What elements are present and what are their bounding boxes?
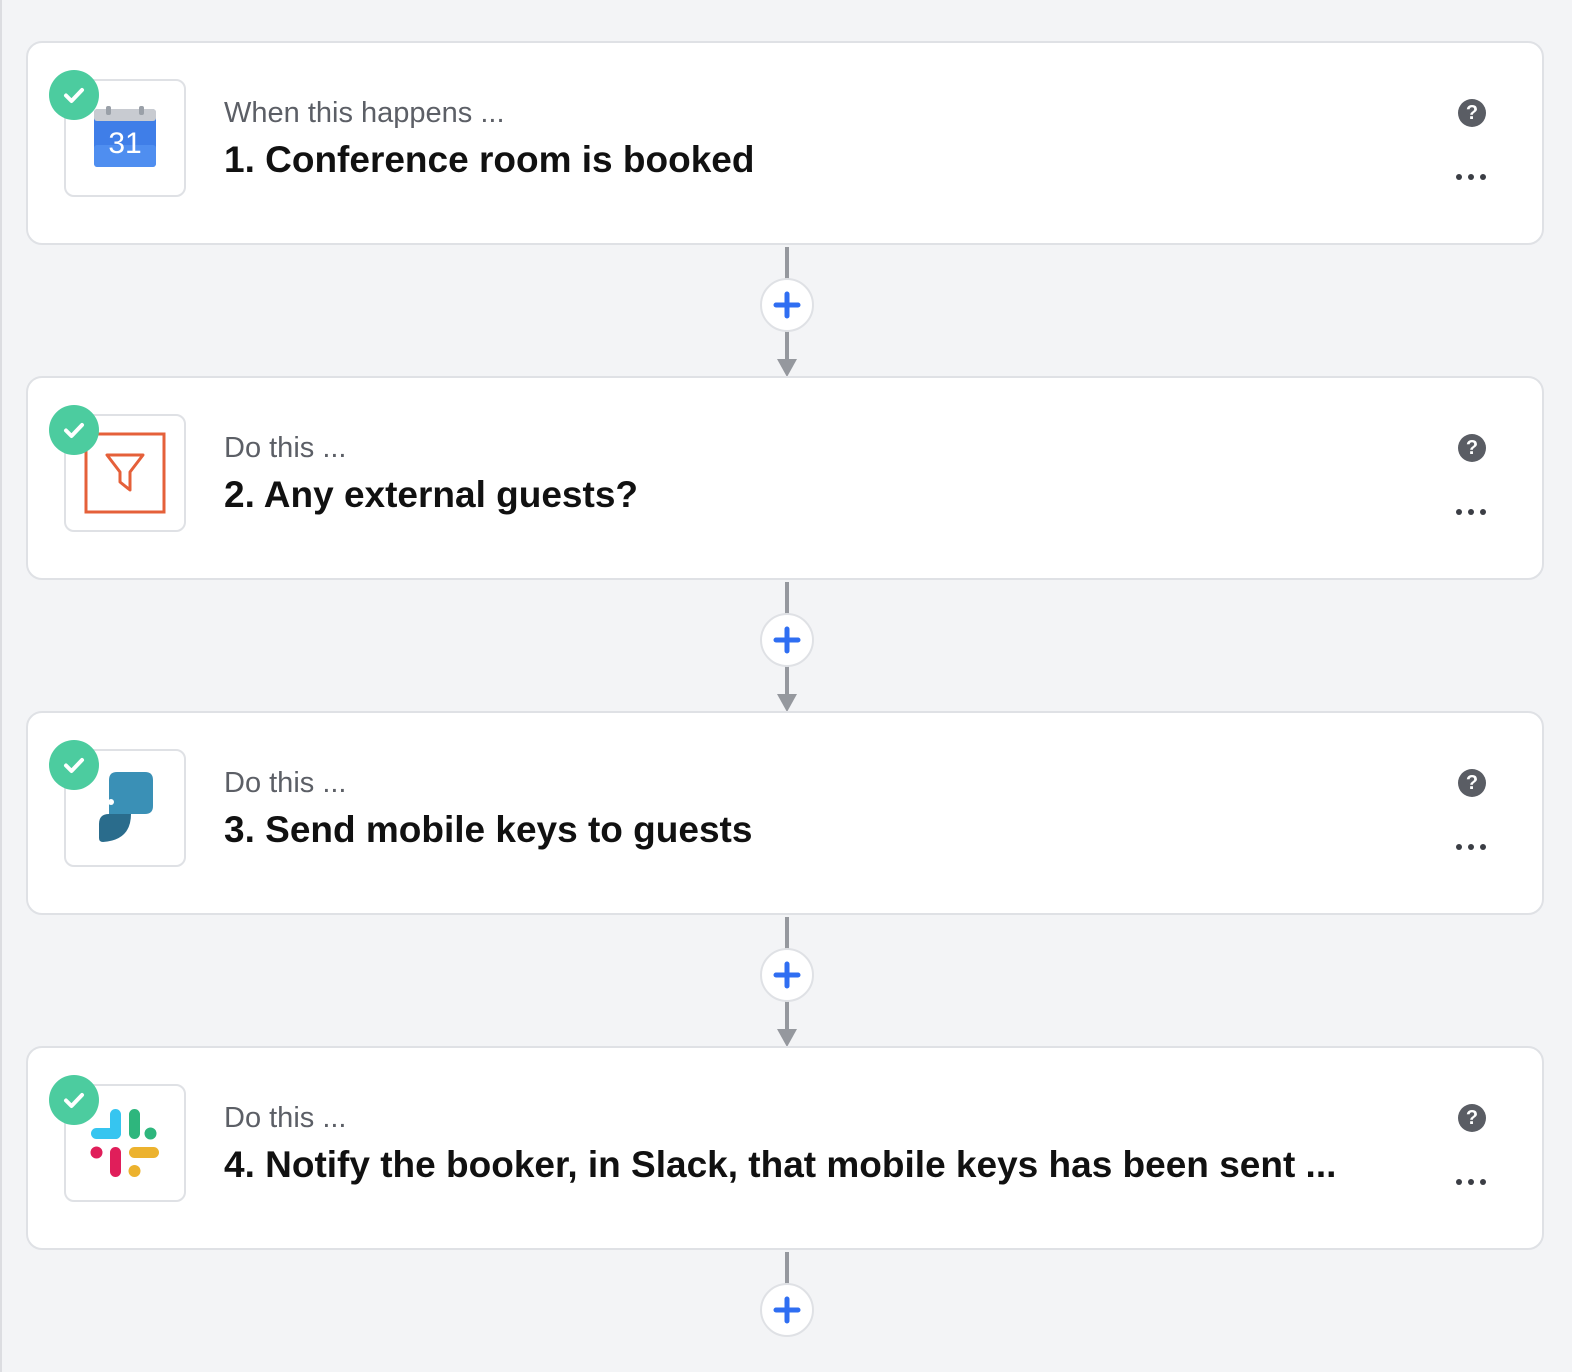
more-options-icon[interactable] — [1456, 171, 1486, 183]
arrow-down-icon — [777, 694, 797, 712]
calendar-day: 31 — [108, 127, 141, 160]
help-icon[interactable]: ? — [1458, 769, 1486, 797]
plus-icon — [773, 1296, 801, 1324]
check-icon — [49, 405, 99, 455]
more-options-icon[interactable] — [1456, 841, 1486, 853]
google-calendar-icon: 31 — [94, 106, 156, 167]
step-card-1[interactable]: 31 When this happens ... 1. Conference r… — [26, 41, 1544, 245]
step-kicker: Do this ... — [224, 1102, 347, 1134]
add-step-button[interactable] — [760, 948, 814, 1002]
step-title[interactable]: 2. Any external guests? — [224, 474, 638, 516]
add-step-button[interactable] — [760, 613, 814, 667]
plus-icon — [773, 291, 801, 319]
parakey-icon — [99, 772, 153, 842]
add-step-button[interactable] — [760, 1283, 814, 1337]
step-kicker: Do this ... — [224, 767, 347, 799]
step-card-2[interactable]: Do this ... 2. Any external guests? ? — [26, 376, 1544, 580]
plus-icon — [773, 961, 801, 989]
more-options-icon[interactable] — [1456, 506, 1486, 518]
check-icon — [49, 740, 99, 790]
step-card-4[interactable]: Do this ... 4. Notify the booker, in Sla… — [26, 1046, 1544, 1250]
plus-icon — [773, 626, 801, 654]
step-kicker: Do this ... — [224, 432, 347, 464]
filter-icon — [84, 432, 166, 514]
step-title[interactable]: 4. Notify the booker, in Slack, that mob… — [224, 1144, 1336, 1186]
check-icon — [49, 70, 99, 120]
add-step-button[interactable] — [760, 278, 814, 332]
arrow-down-icon — [777, 359, 797, 377]
step-card-3[interactable]: Do this ... 3. Send mobile keys to guest… — [26, 711, 1544, 915]
arrow-down-icon — [777, 1029, 797, 1047]
left-border — [0, 0, 2, 1372]
help-icon[interactable]: ? — [1458, 434, 1486, 462]
check-icon — [49, 1075, 99, 1125]
slack-icon — [90, 1109, 159, 1177]
help-icon[interactable]: ? — [1458, 1104, 1486, 1132]
help-icon[interactable]: ? — [1458, 99, 1486, 127]
more-options-icon[interactable] — [1456, 1176, 1486, 1188]
step-kicker: When this happens ... — [224, 97, 505, 129]
step-title[interactable]: 1. Conference room is booked — [224, 139, 754, 181]
step-title[interactable]: 3. Send mobile keys to guests — [224, 809, 752, 851]
